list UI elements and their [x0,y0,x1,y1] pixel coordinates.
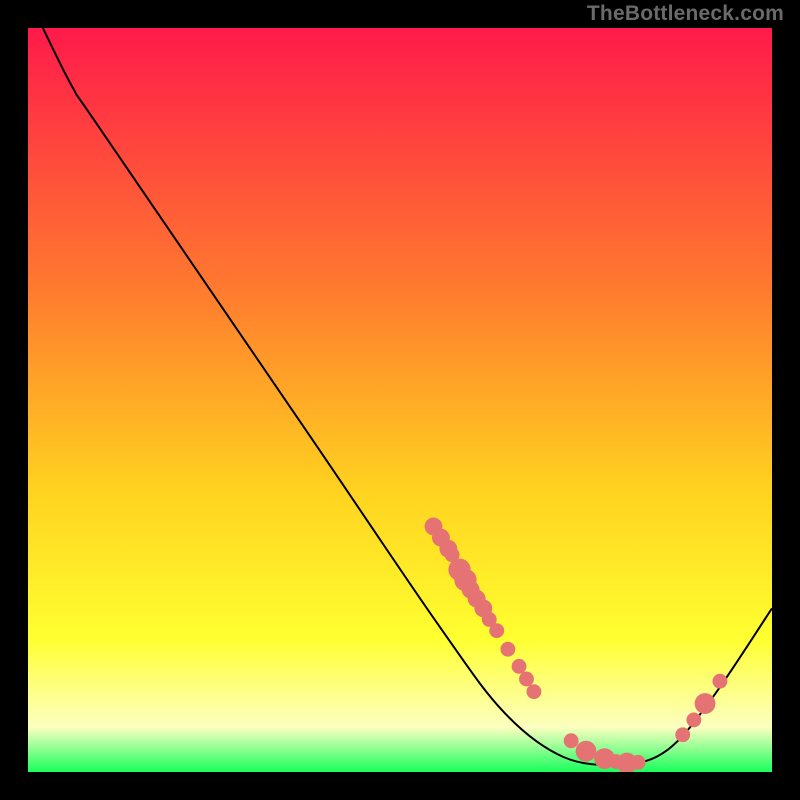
chart-background [28,28,772,772]
watermark: TheBottleneck.com [587,2,784,26]
bottleneck-chart [28,28,772,772]
gradient-area [28,28,772,772]
